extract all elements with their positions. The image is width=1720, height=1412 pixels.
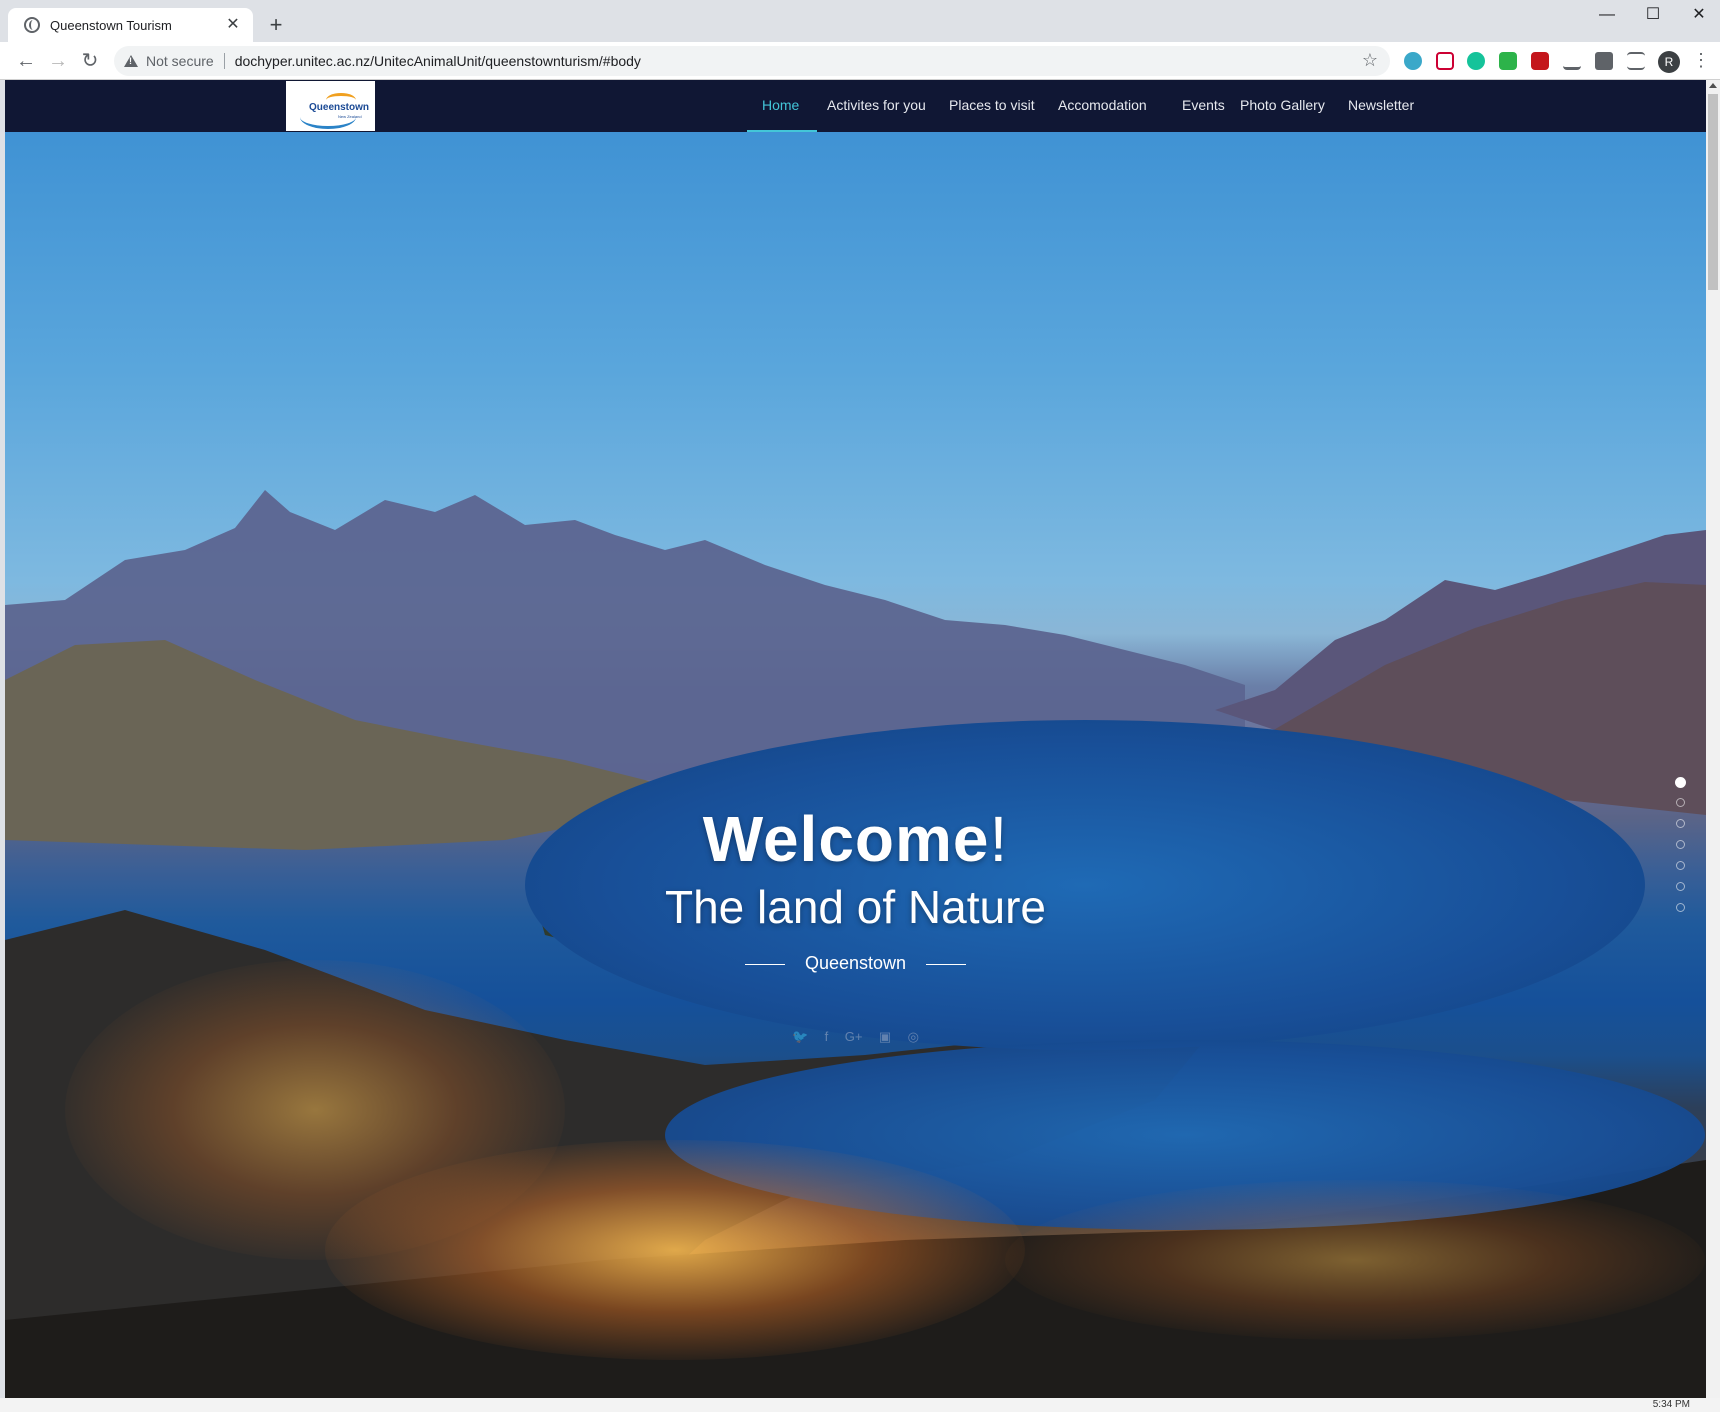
hero-background xyxy=(5,80,1706,1398)
page-scrollbar[interactable] xyxy=(1706,80,1720,1398)
shore-lights xyxy=(1005,1180,1705,1340)
browser-window: Queenstown Tourism ✕ + — ☐ ✕ ← → ↻ Not s… xyxy=(0,0,1720,1412)
tab-queenstown-tourism[interactable]: Queenstown Tourism ✕ xyxy=(8,8,253,42)
active-nav-underline xyxy=(747,130,817,132)
social-links: 🐦 f G+ ▣ ◎ xyxy=(5,1028,1706,1046)
window-close-button[interactable]: ✕ xyxy=(1676,0,1720,32)
google-plus-icon[interactable]: G+ xyxy=(845,1029,863,1044)
slider-dot-3[interactable] xyxy=(1676,819,1685,828)
suburb-lights xyxy=(65,960,565,1260)
slider-dot-1[interactable] xyxy=(1675,777,1686,788)
nav-events[interactable]: Events xyxy=(1182,97,1225,113)
profile-avatar[interactable]: R xyxy=(1658,51,1680,73)
download-icon[interactable] xyxy=(1563,52,1581,70)
back-button[interactable]: ← xyxy=(13,49,39,75)
nav-activities[interactable]: Activites for you xyxy=(827,97,926,113)
browser-menu-icon[interactable]: ⋮ xyxy=(1692,50,1710,71)
taskbar-clock: 5:34 PM xyxy=(1652,1399,1690,1410)
url-text[interactable]: dochyper.unitec.ac.nz/UnitecAnimalUnit/q… xyxy=(235,53,641,69)
page-viewport: Queenstown New Zealand Home Activites fo… xyxy=(5,80,1706,1398)
slider-dot-6[interactable] xyxy=(1676,882,1685,891)
maximize-button[interactable]: ☐ xyxy=(1630,0,1676,32)
subline-right-rule xyxy=(926,963,967,965)
hero-tagline: The land of Nature xyxy=(664,881,1046,933)
grammarly-icon[interactable] xyxy=(1467,52,1485,70)
extension-icon-4[interactable] xyxy=(1499,52,1517,70)
taskbar: 5:34 PM xyxy=(0,1398,1720,1412)
nav-home[interactable]: Home xyxy=(762,97,799,113)
nav-photo-gallery[interactable]: Photo Gallery xyxy=(1240,97,1325,113)
subline-text: Queenstown xyxy=(804,953,907,973)
security-indicator[interactable]: Not secure xyxy=(146,53,225,69)
extension-icon-2[interactable] xyxy=(1436,52,1454,70)
globe-icon xyxy=(24,17,40,33)
nav-accomodation[interactable]: Accomodation xyxy=(1058,97,1147,113)
warning-icon xyxy=(124,55,138,67)
playlist-icon[interactable] xyxy=(1627,52,1645,70)
slider-pagination xyxy=(1675,777,1688,924)
logo-title: Queenstown xyxy=(309,102,370,113)
hero-welcome-heading: Welcome! xyxy=(5,802,1706,876)
scroll-up-arrow-icon[interactable] xyxy=(1709,83,1717,88)
instagram-icon[interactable]: ◎ xyxy=(908,1029,919,1045)
minimize-button[interactable]: — xyxy=(1584,0,1630,32)
welcome-text: Welcome xyxy=(702,803,990,875)
extension-icon-1[interactable] xyxy=(1404,52,1422,70)
puzzle-icon[interactable] xyxy=(1595,52,1613,70)
hero-subline: Queenstown xyxy=(5,953,1706,974)
slider-dot-5[interactable] xyxy=(1676,861,1685,870)
scrollbar-thumb[interactable] xyxy=(1708,94,1718,290)
nav-newsletter[interactable]: Newsletter xyxy=(1348,97,1414,113)
twitter-icon[interactable]: 🐦 xyxy=(792,1029,808,1045)
youtube-icon[interactable]: ▣ xyxy=(879,1029,891,1045)
slider-dot-2[interactable] xyxy=(1676,798,1685,807)
subline-left-rule xyxy=(744,963,785,965)
tab-close-icon[interactable]: ✕ xyxy=(223,15,243,35)
slider-dot-4[interactable] xyxy=(1676,840,1685,849)
browser-toolbar: ← → ↻ Not secure dochyper.unitec.ac.nz/U… xyxy=(0,42,1720,80)
site-navbar: Queenstown New Zealand Home Activites fo… xyxy=(5,80,1706,132)
forward-button[interactable]: → xyxy=(45,49,71,75)
tab-title: Queenstown Tourism xyxy=(50,17,172,33)
slider-dot-7[interactable] xyxy=(1676,903,1685,912)
new-tab-button[interactable]: + xyxy=(262,12,290,40)
pdf-icon[interactable] xyxy=(1531,52,1549,70)
bookmark-star-icon[interactable]: ☆ xyxy=(1362,50,1378,71)
reload-button[interactable]: ↻ xyxy=(77,49,103,75)
facebook-icon[interactable]: f xyxy=(825,1029,829,1044)
address-bar[interactable]: Not secure dochyper.unitec.ac.nz/UnitecA… xyxy=(114,46,1390,76)
tab-strip: Queenstown Tourism ✕ + — ☐ ✕ xyxy=(0,0,1720,42)
logo-subtitle: New Zealand xyxy=(338,114,362,119)
welcome-punct: ! xyxy=(989,803,1009,875)
nav-places-to-visit[interactable]: Places to visit xyxy=(949,97,1035,113)
site-logo[interactable]: Queenstown New Zealand xyxy=(286,81,375,131)
